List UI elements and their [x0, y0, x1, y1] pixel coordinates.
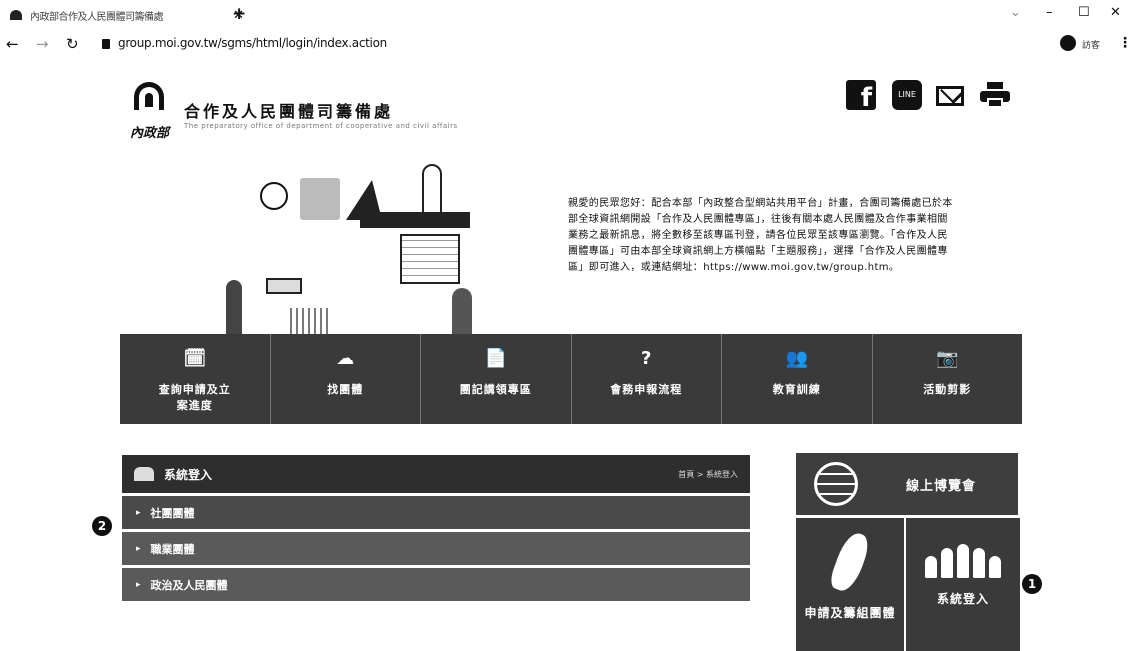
chevron-right-icon: ▸ — [136, 507, 141, 518]
login-option-political[interactable]: ▸ 政治及人民團體 — [122, 565, 750, 601]
browser-tab[interactable]: 內政部合作及人民團體司籌備處 ✕ — [4, 4, 244, 26]
main-nav: 🗓 查詢申請及立案進度 ☁ 找團體 📄 團記講領專區 ? 會務申報流程 👥 教育… — [120, 334, 1022, 424]
breadcrumb[interactable]: 首頁 > 系統登入 — [678, 469, 738, 480]
nav-tile-registration[interactable]: 📄 團記講領專區 — [421, 334, 572, 424]
tab-title: 內政部合作及人民團體司籌備處 — [30, 11, 164, 23]
line-icon[interactable]: LINE — [892, 80, 922, 110]
login-panel: 系統登入 首頁 > 系統登入 ▸ 社團團體 ▸ 職業團體 ▸ 政治及人民團體 — [122, 455, 750, 601]
reload-icon[interactable]: ↻ — [66, 35, 79, 53]
login-panel-title: 系統登入 — [164, 467, 213, 482]
profile-icon[interactable] — [1060, 35, 1076, 51]
users-icon — [906, 544, 1020, 578]
site-title[interactable]: 合作及人民團體司籌備處 — [184, 98, 393, 122]
browser-tabbar: 內政部合作及人民團體司籌備處 ✕ + ⌄ – ☐ ✕ — [0, 0, 1134, 30]
nav-tile-gallery[interactable]: 📷 活動剪影 — [872, 334, 1022, 424]
browser-menu-icon[interactable]: ⋮ — [1118, 35, 1132, 51]
online-expo-button[interactable]: 線上博覽會 — [796, 453, 1018, 515]
site-favicon-icon — [10, 10, 22, 20]
globe-icon — [814, 462, 858, 506]
apply-group-button[interactable]: 申請及籌組團體 — [796, 518, 904, 651]
back-icon[interactable]: ← — [6, 35, 19, 53]
profile-label[interactable]: 訪客 — [1082, 38, 1100, 51]
url-field[interactable]: group.moi.gov.tw/sgms/html/login/index.a… — [118, 36, 387, 50]
question-icon: ? — [641, 348, 652, 369]
document-icon: 📄 — [484, 348, 507, 369]
cloud-icon: ☁ — [336, 348, 355, 369]
lock-icon — [102, 39, 110, 49]
step-badge-1: 1 — [1022, 574, 1042, 594]
nav-tile-find-group[interactable]: ☁ 找團體 — [270, 334, 421, 424]
tab-search-icon[interactable]: ⌄ — [1010, 5, 1021, 20]
login-option-social[interactable]: ▸ 社團團體 — [122, 493, 750, 529]
facebook-icon[interactable]: f — [846, 80, 876, 113]
new-tab-icon[interactable]: + — [232, 4, 246, 24]
hero-illustration — [200, 160, 500, 340]
step-badge-2: 2 — [92, 516, 112, 536]
close-window-icon[interactable]: ✕ — [1110, 5, 1121, 20]
site-subtitle: The preparatory office of department of … — [184, 122, 458, 130]
print-icon[interactable] — [980, 82, 1010, 108]
camera-icon: 📷 — [936, 348, 959, 369]
nav-tile-progress[interactable]: 🗓 查詢申請及立案進度 — [120, 334, 271, 424]
forward-icon[interactable]: → — [36, 35, 49, 53]
system-login-button[interactable]: 系統登入 — [906, 518, 1020, 651]
login-option-occupational[interactable]: ▸ 職業團體 — [122, 529, 750, 565]
chevron-right-icon: ▸ — [136, 543, 141, 554]
mail-icon[interactable] — [936, 86, 964, 106]
nav-tile-report-process[interactable]: ? 會務申報流程 — [571, 334, 722, 424]
announcement-text: 親愛的民眾您好：配合本部「內政整合型網站共用平台」計畫，合團司籌備處已於本部全球… — [568, 198, 953, 273]
minimize-icon[interactable]: – — [1046, 5, 1053, 20]
maximize-icon[interactable]: ☐ — [1078, 5, 1090, 20]
nav-tile-training[interactable]: 👥 教育訓練 — [722, 334, 873, 424]
group-icon — [134, 467, 154, 481]
login-panel-header: 系統登入 首頁 > 系統登入 — [122, 455, 750, 493]
ministry-name: 內政部 — [130, 126, 170, 141]
people-icon: 👥 — [785, 348, 808, 369]
taiwan-map-icon — [827, 529, 873, 595]
ministry-logo-icon[interactable] — [134, 82, 164, 110]
calendar-icon: 🗓 — [183, 348, 207, 369]
chevron-right-icon: ▸ — [136, 579, 141, 590]
